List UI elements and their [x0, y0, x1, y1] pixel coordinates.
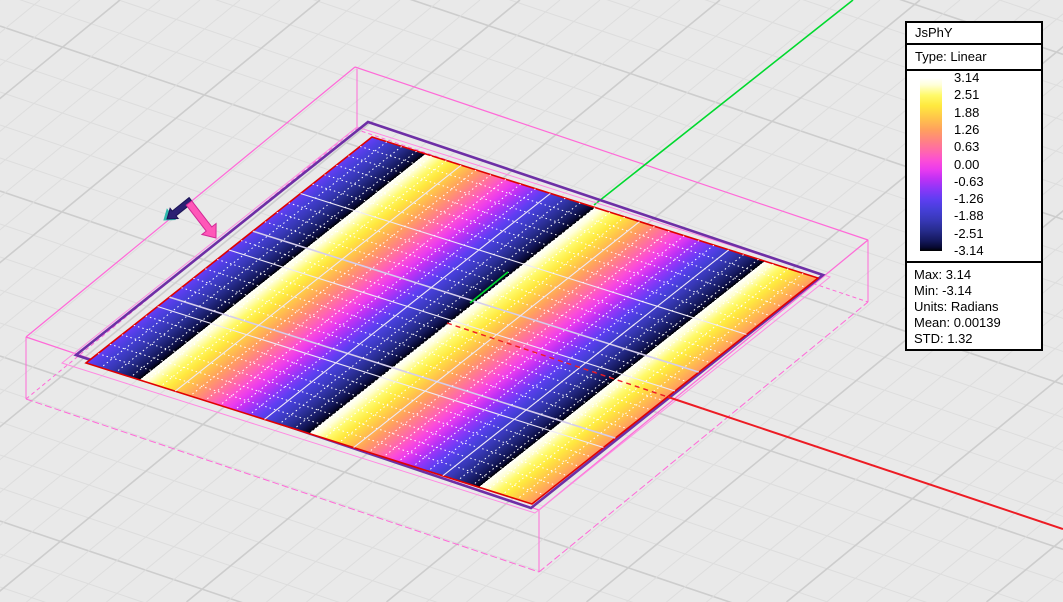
- legend-stats: Max: 3.14 Min: -3.14 Units: Radians Mean…: [905, 261, 1043, 351]
- stat-max: Max: 3.14: [914, 267, 972, 282]
- stat-std: STD: 1.32: [914, 331, 973, 346]
- stat-units: Units: Radians: [914, 299, 999, 314]
- colorbar-gradient: [920, 78, 942, 251]
- colorbar-tick: 0.00: [954, 156, 980, 172]
- scene-canvas[interactable]: [0, 0, 1063, 602]
- viewport-3d[interactable]: JsPhY Type: Linear 3.14 2.51 1.88 1.26 0.63 0…: [0, 0, 1063, 602]
- colorbar-tick: -1.88: [954, 208, 984, 224]
- colorbar-tick: -3.14: [954, 243, 984, 258]
- colorbar-tick: -0.63: [954, 173, 984, 189]
- legend-panel: JsPhY Type: Linear 3.14 2.51 1.88 1.26 0.63 0…: [905, 21, 1043, 351]
- stat-mean: Mean: 0.00139: [914, 315, 1001, 330]
- colorbar-tick: 3.14: [954, 70, 980, 85]
- colorbar-tick: 1.26: [954, 121, 980, 137]
- legend-scale-type: Type: Linear: [905, 43, 1043, 71]
- colorbar-tick: -2.51: [954, 225, 984, 241]
- colorbar-tick: -1.26: [954, 191, 984, 207]
- colorbar-tick: 2.51: [954, 87, 980, 103]
- colorbar-tick: 1.88: [954, 104, 980, 120]
- legend-colorbar-box: 3.14 2.51 1.88 1.26 0.63 0.00 -0.63 -1.26 -1.88-…: [905, 69, 1043, 263]
- legend-title: JsPhY: [905, 21, 1043, 45]
- stat-min: Min: -3.14: [914, 283, 972, 298]
- colorbar-tick: 0.63: [954, 139, 980, 155]
